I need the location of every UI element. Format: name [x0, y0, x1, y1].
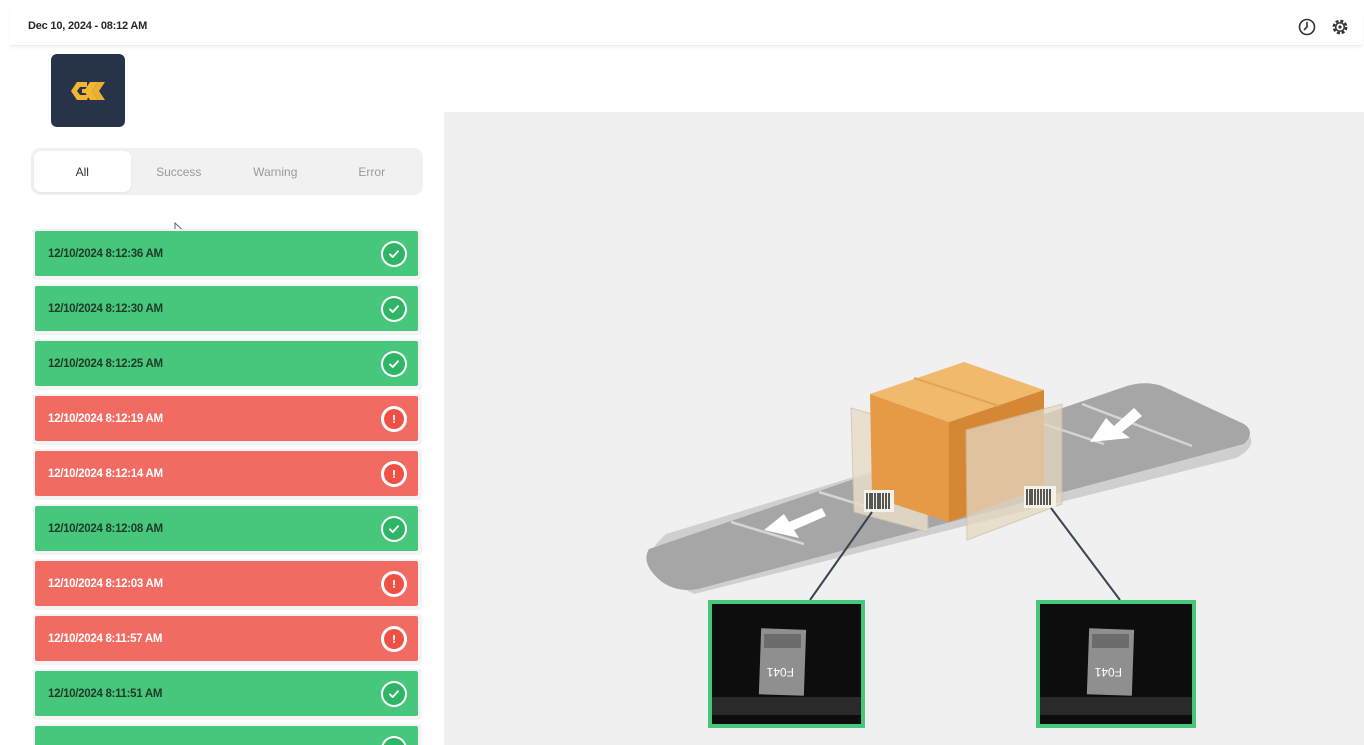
log-timestamp: 12/10/2024 8:12:36 AM [48, 247, 163, 260]
alert-circle-icon [381, 406, 407, 432]
settings-icon[interactable] [1330, 17, 1350, 37]
log-timestamp: 12/10/2024 8:11:51 AM [48, 687, 163, 700]
app-window: Dec 10, 2024 - 08:12 AM All Success Warn… [0, 0, 1364, 745]
barcode-icon [1024, 486, 1056, 508]
camera-feed-left[interactable]: F041 [708, 600, 865, 728]
tab-error[interactable]: Error [324, 151, 421, 192]
log-timestamp: 12/10/2024 8:12:25 AM [48, 357, 163, 370]
status-filter-tabs: All Success Warning Error [31, 148, 423, 195]
company-logo [51, 54, 125, 127]
camera-feed-right-label: F041 [1094, 665, 1122, 679]
log-timestamp: 12/10/2024 8:12:08 AM [48, 522, 163, 535]
alert-circle-icon [381, 626, 407, 652]
log-entry[interactable]: 12/10/2024 8:12:08 AM [33, 504, 422, 555]
tab-all[interactable]: All [34, 151, 131, 192]
camera-feed-right[interactable]: F041 [1036, 600, 1196, 728]
header-datetime: Dec 10, 2024 - 08:12 AM [28, 20, 148, 32]
log-entry[interactable]: 12/10/2024 8:12:36 AM [33, 229, 422, 280]
log-entry[interactable]: 12/10/2024 8:11:51 AM [33, 669, 422, 720]
log-entry[interactable] [33, 724, 422, 745]
log-timestamp: 12/10/2024 8:12:19 AM [48, 412, 163, 425]
history-icon[interactable] [1297, 17, 1317, 37]
camera-feed-left-label: F041 [766, 665, 794, 679]
check-circle-icon [381, 296, 407, 322]
scan-log-list: 12/10/2024 8:12:36 AM 12/10/2024 8:12:30… [33, 229, 422, 745]
conveyor-visualization: F041 F041 [444, 112, 1364, 745]
log-timestamp: 12/10/2024 8:12:14 AM [48, 467, 163, 480]
check-circle-icon [381, 681, 407, 707]
log-timestamp: 12/10/2024 8:11:57 AM [48, 632, 163, 645]
log-timestamp: 12/10/2024 8:12:03 AM [48, 577, 163, 590]
barcode-icon [864, 490, 894, 512]
check-circle-icon [381, 516, 407, 542]
alert-circle-icon [381, 571, 407, 597]
check-circle-icon [381, 241, 407, 267]
header-bar: Dec 10, 2024 - 08:12 AM [10, 8, 1362, 46]
alert-circle-icon [381, 461, 407, 487]
log-entry[interactable]: 12/10/2024 8:12:19 AM [33, 394, 422, 445]
log-entry[interactable]: 12/10/2024 8:11:57 AM [33, 614, 422, 665]
log-entry[interactable]: 12/10/2024 8:12:14 AM [33, 449, 422, 500]
log-entry[interactable]: 12/10/2024 8:12:03 AM [33, 559, 422, 610]
log-timestamp: 12/10/2024 8:12:30 AM [48, 302, 163, 315]
tab-success[interactable]: Success [131, 151, 228, 192]
check-circle-icon [381, 351, 407, 377]
log-entry[interactable]: 12/10/2024 8:12:25 AM [33, 339, 422, 390]
check-circle-icon [381, 736, 407, 745]
log-entry[interactable]: 12/10/2024 8:12:30 AM [33, 284, 422, 335]
tab-warning[interactable]: Warning [227, 151, 324, 192]
logo-mark-icon [71, 81, 105, 100]
